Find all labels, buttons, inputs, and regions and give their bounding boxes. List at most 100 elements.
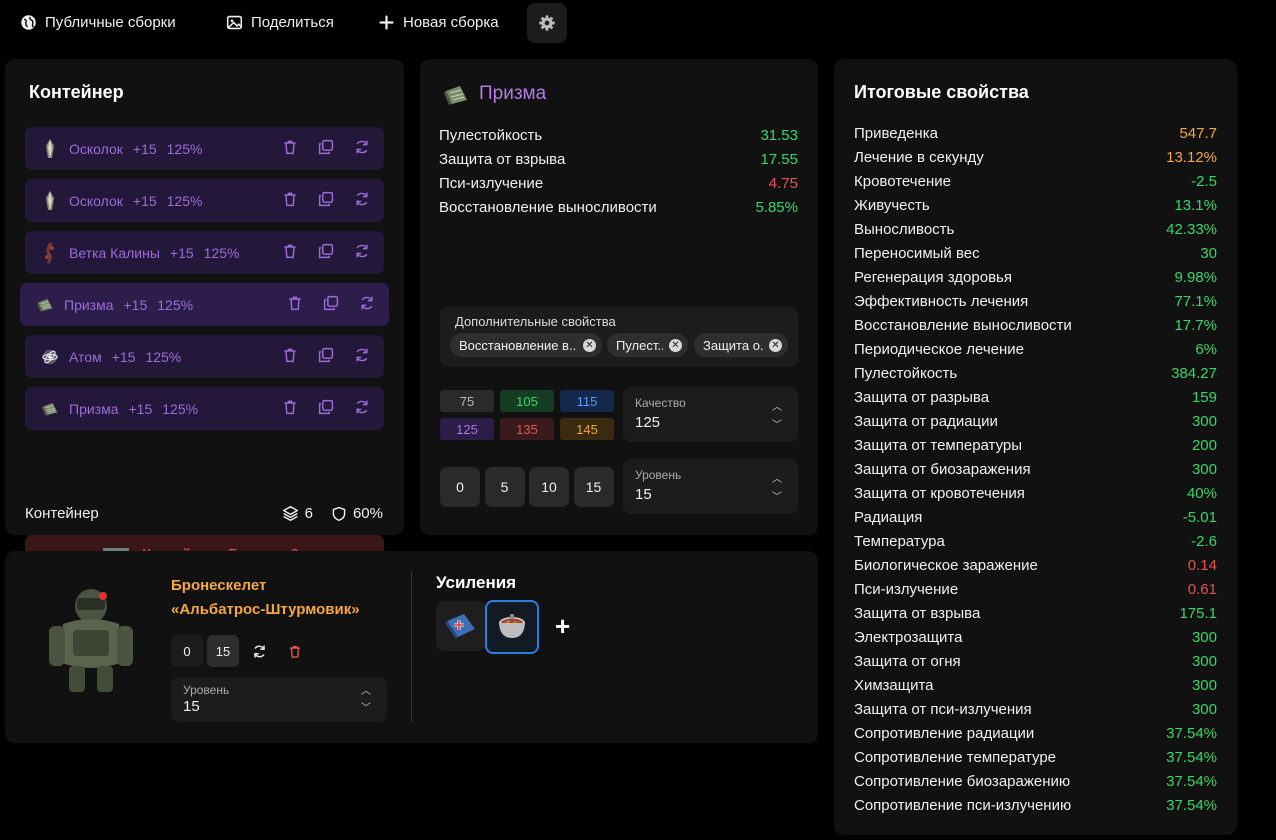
swap-item-button[interactable] bbox=[354, 139, 370, 158]
container-item-text: Призма +15 125% bbox=[69, 401, 198, 417]
refresh-icon bbox=[356, 348, 368, 362]
total-stat-row: Эффективность лечения 77.1% bbox=[854, 289, 1217, 313]
total-stat-row: Сопротивление температуре 37.54% bbox=[854, 745, 1217, 769]
armor-delete-button[interactable] bbox=[281, 635, 309, 667]
armor-name-line2: «Альбатрос-Штурмовик» bbox=[171, 601, 360, 618]
container-panel: Контейнер Осколок +15 125% Осколок +15 125% Ве… bbox=[5, 59, 404, 573]
copy-item-button[interactable] bbox=[323, 295, 339, 314]
swap-item-button[interactable] bbox=[354, 191, 370, 210]
chevron-up-icon[interactable]: ︿ bbox=[772, 398, 782, 413]
chip-label: Восстановление в... bbox=[459, 337, 577, 353]
copy-item-button[interactable] bbox=[318, 347, 334, 366]
remove-chip-icon[interactable]: ✕ bbox=[583, 338, 596, 352]
trash-icon bbox=[284, 348, 296, 363]
container-item[interactable]: Ветка Калины +15 125% bbox=[25, 231, 384, 274]
quality-preset-button[interactable]: 125 bbox=[440, 418, 494, 440]
new-build-label: Новая сборка bbox=[403, 13, 499, 31]
share-button[interactable]: Поделиться bbox=[226, 0, 334, 44]
quality-select[interactable]: Качество 125 ︿ ﹀ bbox=[623, 387, 798, 442]
total-stat-value: 6% bbox=[1195, 340, 1217, 358]
level-preset-button[interactable]: 15 bbox=[573, 467, 614, 507]
item-quality: 125% bbox=[162, 400, 199, 417]
swap-item-button[interactable] bbox=[354, 399, 370, 418]
quality-preset-button[interactable]: 75 bbox=[440, 390, 494, 412]
chevron-down-icon[interactable]: ﹀ bbox=[361, 699, 371, 714]
remove-chip-icon[interactable]: ✕ bbox=[669, 338, 682, 352]
total-stat-label: Радиация bbox=[854, 508, 923, 526]
trash-icon bbox=[284, 244, 296, 259]
armor-swap-button[interactable] bbox=[245, 635, 273, 667]
armor-level-min-button[interactable]: 0 bbox=[171, 635, 203, 667]
copy-item-button[interactable] bbox=[318, 139, 334, 158]
total-stat-label: Эффективность лечения bbox=[854, 292, 1029, 310]
boost-slot-food[interactable] bbox=[485, 600, 539, 654]
artifact-level-select[interactable]: Уровень 15 ︿ ﹀ bbox=[623, 459, 798, 514]
layers-icon bbox=[282, 505, 298, 522]
item-actions bbox=[287, 283, 375, 326]
item-level: +15 bbox=[132, 192, 157, 209]
new-build-button[interactable]: Новая сборка bbox=[378, 0, 499, 44]
armor-divider bbox=[411, 571, 412, 722]
add-boost-button[interactable]: + bbox=[555, 611, 570, 642]
total-stat-row: Защита от пси-излучения 300 bbox=[854, 697, 1217, 721]
armor-level-max-button[interactable]: 15 bbox=[207, 635, 239, 667]
total-stat-value: 300 bbox=[1191, 412, 1217, 430]
quality-preset-button[interactable]: 105 bbox=[500, 390, 554, 412]
total-stat-row: Защита от кровотечения 40% bbox=[854, 481, 1217, 505]
container-item[interactable]: Призма +15 125% bbox=[20, 283, 389, 326]
copy-icon bbox=[318, 139, 334, 155]
total-stat-row: Периодическое лечение 6% bbox=[854, 337, 1217, 361]
container-item-text: Атом +15 125% bbox=[69, 349, 181, 365]
delete-item-button[interactable] bbox=[282, 399, 298, 418]
armor-level-value: 15 bbox=[183, 698, 200, 715]
level-preset-button[interactable]: 10 bbox=[529, 467, 569, 507]
total-stat-row: Химзащита 300 bbox=[854, 673, 1217, 697]
container-item[interactable]: Осколок +15 125% bbox=[25, 179, 384, 222]
protection-value: 60% bbox=[352, 505, 383, 522]
total-stat-value: 300 bbox=[1191, 700, 1217, 718]
copy-item-button[interactable] bbox=[318, 243, 334, 262]
boost-slot-medkit[interactable] bbox=[436, 601, 486, 651]
swap-item-button[interactable] bbox=[359, 295, 375, 314]
quality-preset-button[interactable]: 145 bbox=[560, 418, 614, 440]
chevron-up-icon[interactable]: ︿ bbox=[772, 470, 782, 485]
refresh-icon bbox=[356, 192, 368, 206]
extra-property-chip[interactable]: Восстановление в... ✕ bbox=[450, 333, 602, 357]
level-preset-button[interactable]: 5 bbox=[484, 467, 525, 507]
extra-property-chip[interactable]: Защита о... ✕ bbox=[694, 333, 788, 357]
delete-item-button[interactable] bbox=[287, 295, 303, 314]
public-builds-button[interactable]: Публичные сборки bbox=[20, 0, 176, 44]
container-item[interactable]: Осколок +15 125% bbox=[25, 127, 384, 170]
settings-button[interactable] bbox=[527, 3, 567, 43]
artifact-stat-row: Пулестойкость 31.53 bbox=[439, 127, 798, 144]
chevron-down-icon[interactable]: ﹀ bbox=[772, 416, 782, 431]
total-stat-label: Биологическое заражение bbox=[854, 556, 1038, 574]
delete-item-button[interactable] bbox=[282, 139, 298, 158]
delete-item-button[interactable] bbox=[282, 243, 298, 262]
swap-item-button[interactable] bbox=[354, 347, 370, 366]
extra-property-chip[interactable]: Пулест... ✕ bbox=[607, 333, 688, 357]
total-stat-row: Температура -2.6 bbox=[854, 529, 1217, 553]
copy-item-button[interactable] bbox=[318, 399, 334, 418]
total-stat-label: Защита от кровотечения bbox=[854, 484, 1025, 502]
container-item[interactable]: Призма +15 125% bbox=[25, 387, 384, 430]
delete-item-button[interactable] bbox=[282, 191, 298, 210]
level-preset-button[interactable]: 0 bbox=[440, 467, 480, 507]
remove-chip-icon[interactable]: ✕ bbox=[769, 338, 782, 352]
trash-icon bbox=[284, 400, 296, 415]
chevron-down-icon[interactable]: ﹀ bbox=[772, 488, 782, 503]
armor-level-select[interactable]: Уровень 15 ︿ ﹀ bbox=[171, 677, 387, 722]
total-stat-value: 300 bbox=[1191, 652, 1217, 670]
quality-preset-button[interactable]: 115 bbox=[560, 390, 614, 412]
total-stat-value: 384.27 bbox=[1171, 364, 1217, 382]
container-item[interactable]: Атом +15 125% bbox=[25, 335, 384, 378]
swap-item-button[interactable] bbox=[354, 243, 370, 262]
copy-item-button[interactable] bbox=[318, 191, 334, 210]
quality-preset-button[interactable]: 135 bbox=[500, 418, 554, 440]
item-icon-wrap bbox=[41, 241, 59, 264]
chevron-up-icon[interactable]: ︿ bbox=[361, 682, 371, 697]
image-icon bbox=[226, 15, 243, 29]
delete-item-button[interactable] bbox=[282, 347, 298, 366]
prism-icon bbox=[37, 298, 53, 312]
total-stat-row: Защита от взрыва 175.1 bbox=[854, 601, 1217, 625]
